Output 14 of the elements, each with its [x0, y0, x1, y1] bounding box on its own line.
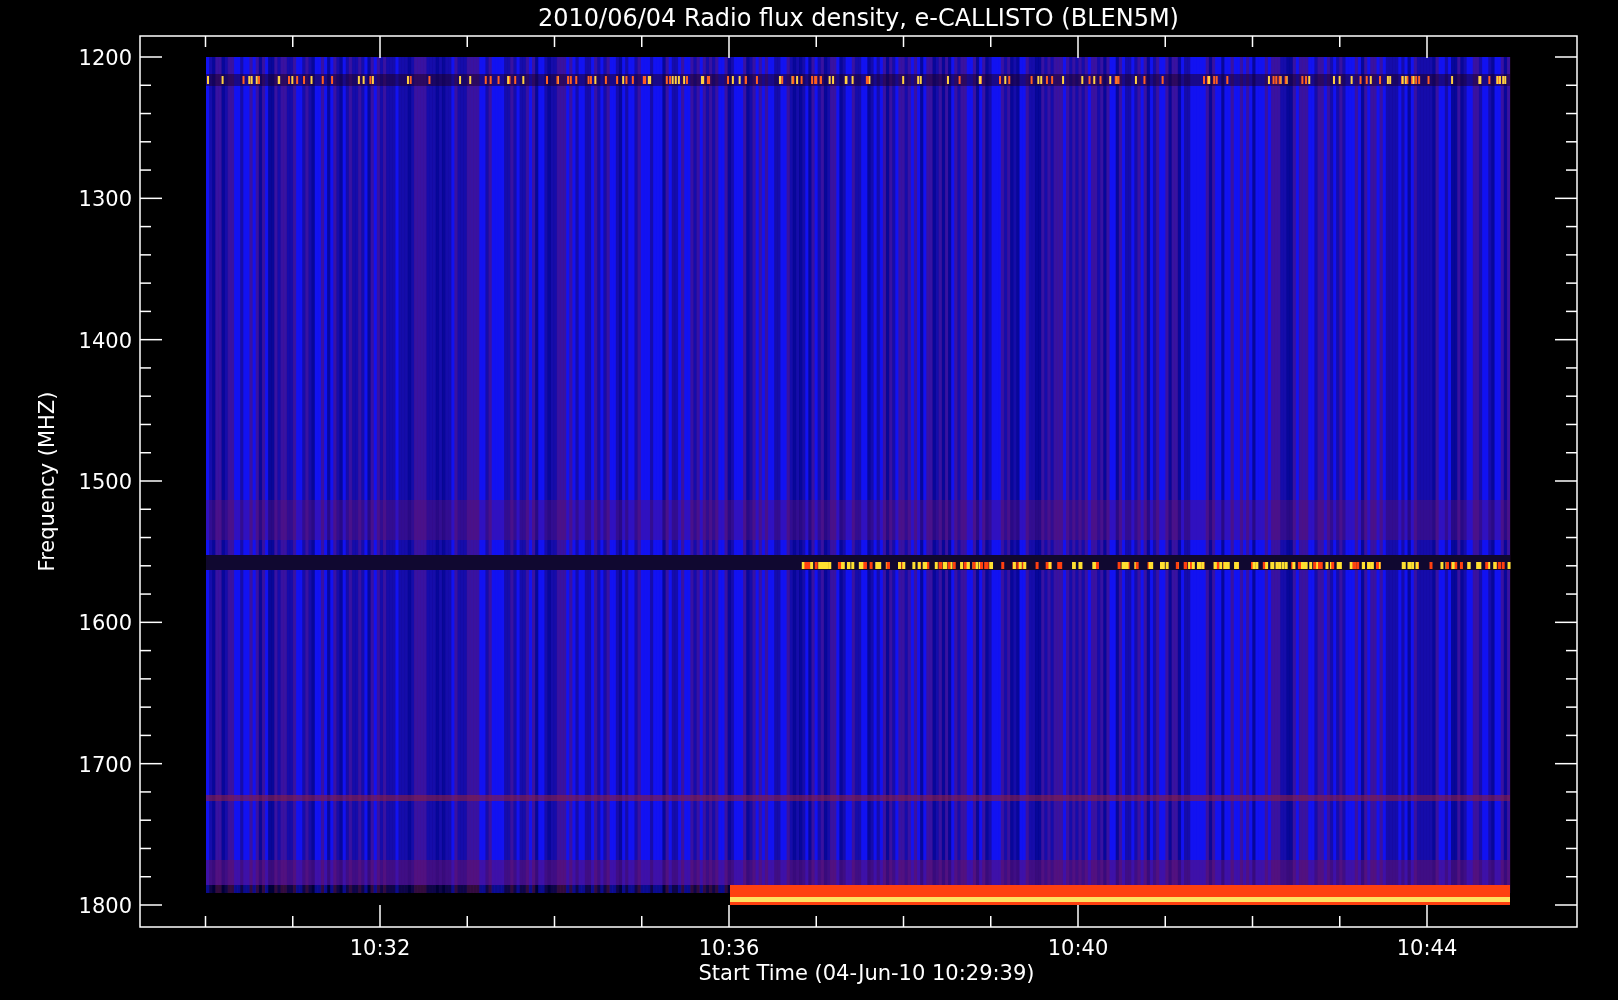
chart-title: 2010/06/04 Radio flux density, e-CALLISTO (BLEN5M) [538, 4, 1179, 32]
y-tick-label: 1500 [78, 470, 132, 494]
y-tick-label: 1400 [78, 328, 132, 353]
y-axis-label: Frequency (MHZ) [35, 391, 59, 572]
x-tick-label: 10:32 [349, 936, 411, 960]
y-tick-label: 1800 [78, 894, 132, 918]
x-tick-label: 10:44 [1396, 936, 1458, 960]
y-tick-label: 1600 [78, 611, 132, 636]
x-tick-label: 10:40 [1047, 936, 1109, 960]
x-tick-label: 10:36 [698, 936, 760, 960]
y-tick-label: 1200 [78, 46, 132, 70]
y-tick-label: 1700 [78, 752, 132, 777]
x-axis-label: Start Time (04-Jun-10 10:29:39) [698, 961, 1035, 985]
y-tick-label: 1300 [78, 187, 132, 212]
